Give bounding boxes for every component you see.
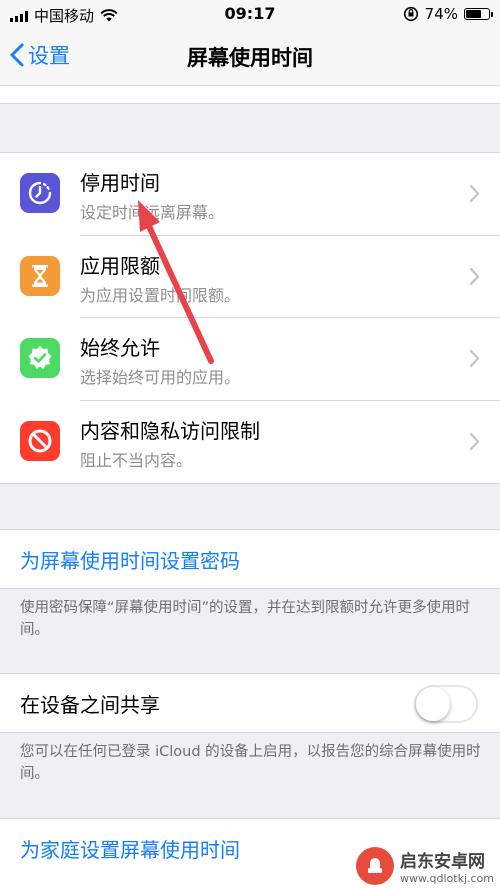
checkmark-badge-icon [20, 338, 60, 378]
watermark-logo-icon [356, 847, 395, 885]
menu-row-subtitle: 选择始终可用的应用。 [80, 368, 241, 387]
passcode-cell[interactable]: 为屏幕使用时间设置密码 [0, 529, 500, 589]
watermark-url: www.qdlotkj.com [400, 872, 494, 885]
menu-row-title: 始终允许 [80, 336, 160, 360]
status-right: 74% [403, 5, 493, 23]
scrolled-content-edge [0, 86, 500, 104]
orientation-lock-icon [403, 6, 418, 22]
menu-row-title: 应用限额 [80, 253, 160, 278]
chevron-right-icon [469, 267, 480, 285]
watermark-name: 启东安卓网 [400, 852, 486, 872]
navigation-bar: 设置 屏幕使用时间 [0, 28, 500, 86]
status-bar: 中国移动 09:17 74% [0, 0, 500, 28]
menu-row-subtitle: 设定时间远离屏幕。 [80, 203, 225, 222]
passcode-footnote: 使用密码保障“屏幕使用时间”的设置，并在达到限额时允许更多使用时间。 [20, 600, 471, 638]
menu-row-downtime[interactable]: 停用时间 设定时间远离屏幕。 [0, 153, 500, 236]
share-cell: 在设备之间共享 [0, 673, 500, 733]
menu-row-title: 内容和隐私访问限制 [80, 418, 260, 443]
battery-icon [464, 8, 493, 20]
hourglass-icon [20, 255, 60, 296]
menu-row-title: 停用时间 [80, 171, 160, 195]
chevron-right-icon [469, 184, 480, 203]
share-footnote: 您可以在任何已登录 iCloud 的设备上启用，以报告您的综合屏幕使用时间。 [20, 744, 481, 782]
downtime-icon [20, 173, 60, 213]
menu-row-subtitle: 阻止不当内容。 [80, 450, 193, 470]
share-label: 在设备之间共享 [20, 693, 160, 717]
menu-row-always-allowed[interactable]: 始终允许 选择始终可用的应用。 [0, 318, 500, 401]
toggle-knob [416, 687, 450, 721]
menu-row-content-privacy[interactable]: 内容和隐私访问限制 阻止不当内容。 [0, 401, 500, 484]
page-title: 屏幕使用时间 [187, 46, 313, 70]
menu-row-subtitle: 为应用设置时间限额。 [80, 285, 241, 305]
family-setup-link[interactable]: 为家庭设置屏幕使用时间 [20, 834, 240, 863]
chevron-right-icon [469, 432, 480, 450]
share-toggle[interactable] [414, 685, 478, 723]
set-passcode-link[interactable]: 为屏幕使用时间设置密码 [20, 545, 240, 574]
menu-row-app-limits[interactable]: 应用限额 为应用设置时间限额。 [0, 236, 500, 318]
site-watermark: 启东安卓网 www.qdlotkj.com [356, 847, 494, 885]
battery-percent: 74% [424, 5, 458, 23]
no-entry-icon [20, 420, 60, 461]
chevron-right-icon [469, 349, 480, 368]
screen-time-options: 停用时间 设定时间远离屏幕。 应用限额 为应用设置时间限额。 始终允许 选择始终… [0, 152, 500, 484]
battery-level-fill [466, 10, 481, 18]
